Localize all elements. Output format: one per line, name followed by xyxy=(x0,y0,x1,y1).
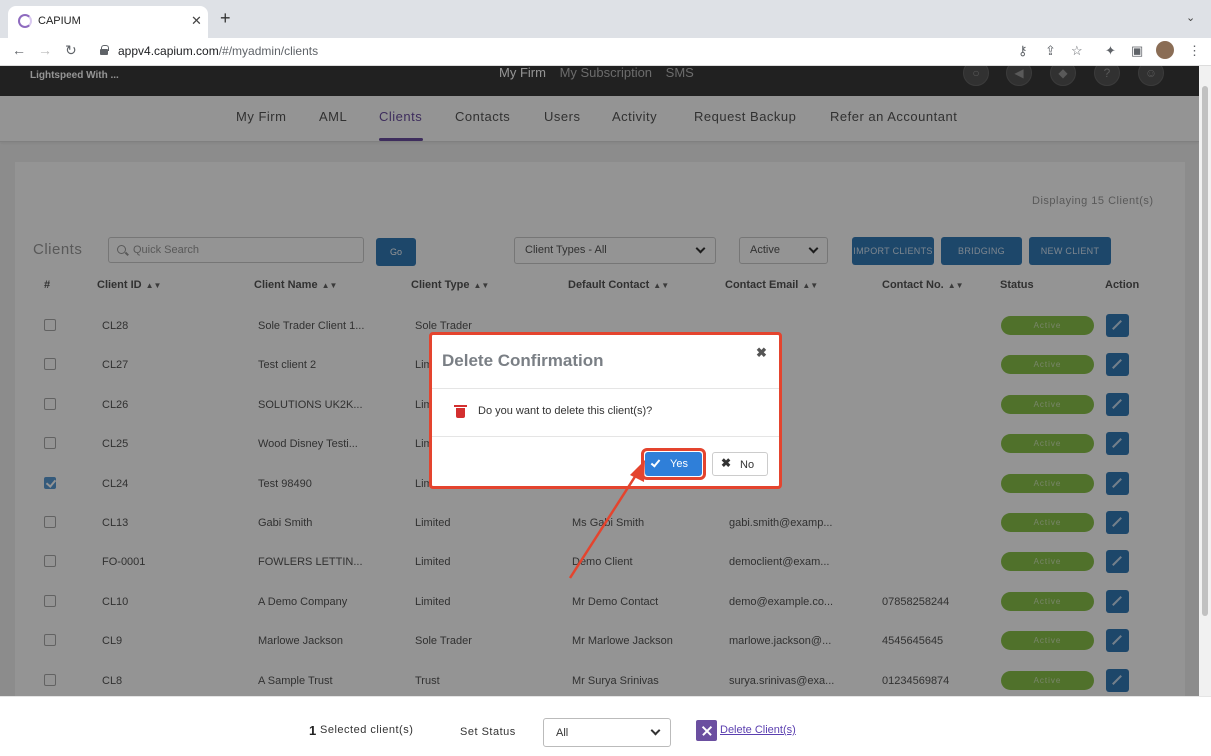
capium-favicon-icon xyxy=(18,14,32,28)
selected-count: 1 xyxy=(309,723,317,738)
new-tab-icon[interactable]: + xyxy=(220,9,231,27)
browser-tab-bar: CAPIUM ✕ + ⌄ xyxy=(0,0,1211,38)
lock-icon[interactable] xyxy=(100,45,109,55)
delete-clients-icon[interactable] xyxy=(696,720,717,741)
chevron-down-icon xyxy=(650,725,661,736)
key-icon[interactable]: ⚷ xyxy=(1018,43,1028,59)
no-label: No xyxy=(740,459,755,471)
reload-icon[interactable]: ↻ xyxy=(65,42,77,59)
tab-search-chevron-icon[interactable]: ⌄ xyxy=(1186,11,1195,24)
trash-icon xyxy=(454,405,467,418)
scrollbar-thumb[interactable] xyxy=(1202,86,1208,616)
modal-message: Do you want to delete this client(s)? xyxy=(478,405,653,417)
bulk-action-bar: 1 Selected client(s) Set Status All Dele… xyxy=(0,696,1211,756)
modal-divider xyxy=(432,388,779,389)
set-status-label: Set Status xyxy=(460,726,516,738)
url-path: /#/myadmin/clients xyxy=(218,44,319,58)
more-menu-icon[interactable]: ⋮ xyxy=(1188,43,1201,59)
tab-title: CAPIUM xyxy=(38,15,81,27)
page-scrollbar[interactable] xyxy=(1199,66,1211,696)
back-icon[interactable]: ← xyxy=(12,42,26,58)
url-field[interactable]: appv4.capium.com/#/myadmin/clients xyxy=(90,40,1090,62)
extensions-icon[interactable]: ✦ xyxy=(1105,43,1116,59)
profile-avatar[interactable] xyxy=(1156,41,1174,59)
share-icon[interactable]: ⇪ xyxy=(1045,43,1056,59)
modal-divider xyxy=(432,436,779,437)
url-domain: appv4.capium.com xyxy=(118,44,219,58)
selected-label: Selected client(s) xyxy=(320,724,414,736)
set-status-value: All xyxy=(556,727,569,739)
no-button[interactable]: ✖ No xyxy=(712,452,768,476)
address-bar: ← → ↻ appv4.capium.com/#/myadmin/clients… xyxy=(0,38,1211,66)
url-text: appv4.capium.com/#/myadmin/clients xyxy=(118,44,318,58)
browser-tab[interactable]: CAPIUM ✕ xyxy=(8,6,208,38)
x-icon: ✖ xyxy=(721,456,732,470)
bookmark-star-icon[interactable]: ☆ xyxy=(1071,43,1083,59)
side-panel-icon[interactable]: ▣ xyxy=(1131,43,1143,59)
yes-label: Yes xyxy=(670,458,688,470)
modal-title: Delete Confirmation xyxy=(442,351,604,370)
forward-icon[interactable]: → xyxy=(38,42,52,58)
annotation-arrow xyxy=(568,460,645,579)
set-status-select[interactable]: All xyxy=(543,718,671,747)
arrow-line xyxy=(568,471,640,579)
close-icon[interactable]: ✖ xyxy=(756,345,767,361)
tab-close-icon[interactable]: ✕ xyxy=(191,13,202,29)
delete-clients-link[interactable]: Delete Client(s) xyxy=(720,724,796,736)
